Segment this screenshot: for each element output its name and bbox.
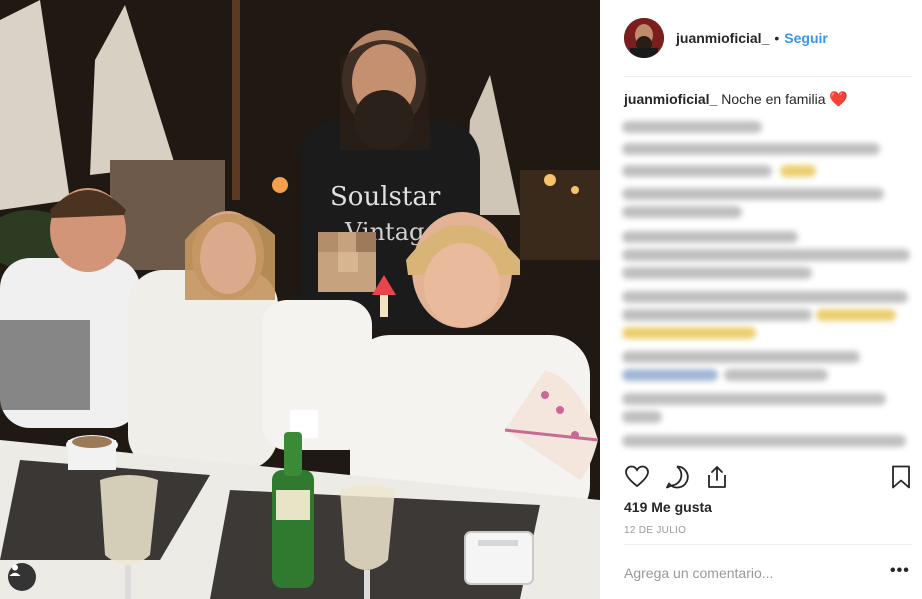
- post-header: juanmioficial_ • Seguir: [624, 18, 912, 58]
- blurred-comment-line: [724, 369, 828, 381]
- share-icon[interactable]: [704, 464, 732, 492]
- post-date[interactable]: 12 DE JULIO: [624, 525, 686, 536]
- avatar-image: [624, 18, 664, 58]
- blurred-comment-line: [622, 411, 662, 423]
- comment-icon[interactable]: [664, 464, 692, 492]
- account-handle[interactable]: juanmioficial_: [676, 30, 769, 46]
- share-glyph: [708, 466, 726, 488]
- svg-text:Soulstar: Soulstar: [330, 182, 441, 212]
- blurred-emoji: [816, 309, 896, 321]
- photo-scene: Soulstar Vintage: [0, 0, 600, 599]
- blurred-comment-line: [622, 267, 812, 279]
- blurred-comment-line: [622, 206, 742, 218]
- heart-icon[interactable]: [624, 464, 652, 492]
- blurred-comment-line: [622, 309, 812, 321]
- post-side-panel: juanmioficial_ • Seguir juanmioficial_ N…: [600, 0, 922, 599]
- caption-user[interactable]: juanmioficial_: [624, 91, 717, 107]
- user-tag-icon[interactable]: [8, 563, 36, 591]
- user-tag-glyph: [9, 564, 21, 576]
- comments-list-blurred: [620, 113, 916, 458]
- blurred-comment-line: [622, 165, 772, 177]
- caption-text: Noche en familia: [721, 91, 826, 107]
- comment-glyph: [666, 465, 689, 489]
- divider: [624, 76, 912, 77]
- blurred-comment-line: [622, 249, 910, 261]
- blurred-comment-line: [622, 231, 798, 243]
- bookmark-glyph: [892, 465, 910, 489]
- post-photo[interactable]: Soulstar Vintage: [0, 0, 600, 599]
- heart-glyph: [625, 465, 649, 488]
- blurred-comment-line: [622, 121, 762, 133]
- blurred-emoji: [622, 327, 756, 339]
- more-options-icon[interactable]: •••: [890, 562, 910, 580]
- bookmark-icon[interactable]: [888, 464, 916, 492]
- blurred-comment-line: [622, 188, 884, 200]
- comment-input[interactable]: [624, 560, 884, 586]
- likes-count[interactable]: 419 Me gusta: [624, 499, 712, 515]
- avatar[interactable]: [624, 18, 664, 58]
- post-actions: [624, 464, 912, 492]
- follow-button[interactable]: Seguir: [784, 30, 828, 46]
- blurred-comment-line: [622, 291, 908, 303]
- blurred-emoji: [780, 165, 816, 177]
- separator-dot: •: [774, 30, 780, 46]
- blurred-mention: [622, 369, 718, 381]
- divider: [624, 544, 912, 545]
- post-caption: juanmioficial_ Noche en familia ❤️: [624, 90, 912, 109]
- blurred-comment-line: [622, 435, 906, 447]
- heart-emoji: ❤️: [829, 91, 849, 108]
- blurred-comment-line: [622, 351, 860, 363]
- blurred-comment-line: [622, 393, 886, 405]
- blurred-comment-line: [622, 143, 880, 155]
